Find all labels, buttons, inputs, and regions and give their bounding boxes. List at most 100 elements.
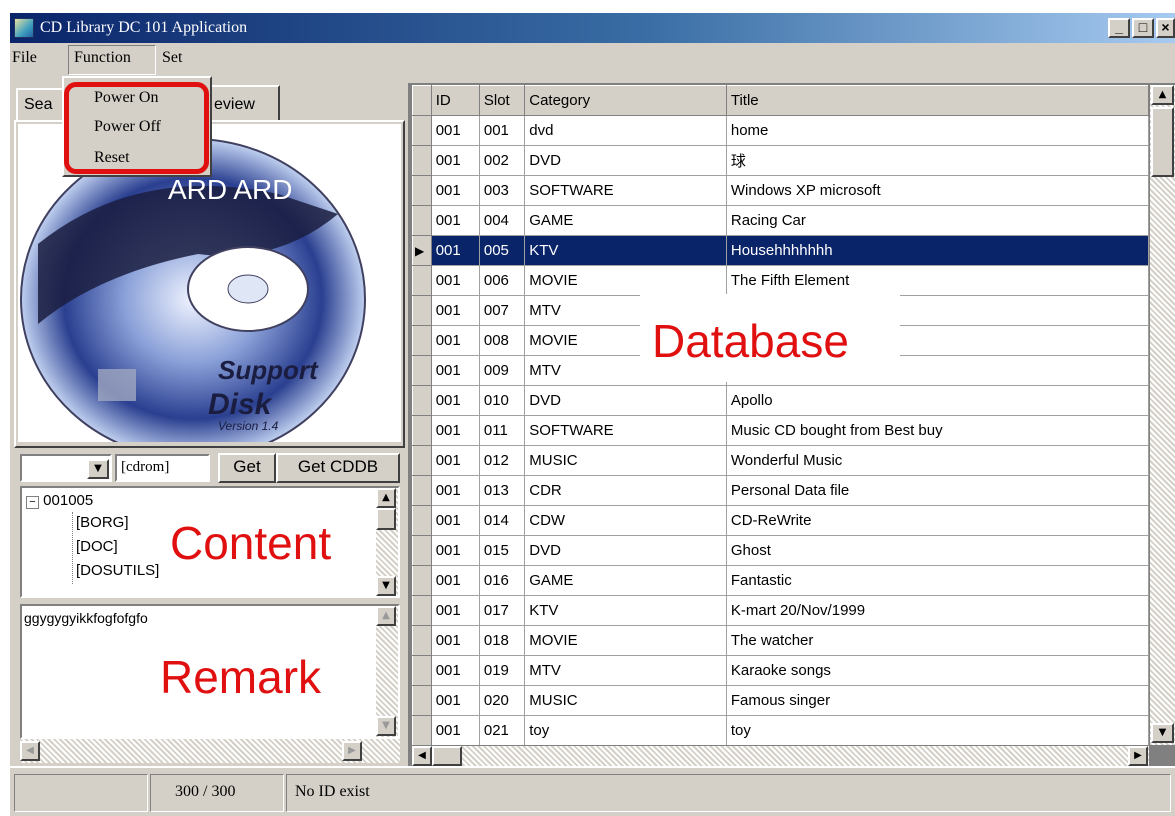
table-row[interactable]: 001 018 MOVIE The watcher (412, 625, 1149, 656)
row-indicator[interactable] (412, 325, 432, 356)
cell-category[interactable]: CDR (524, 475, 727, 506)
table-row[interactable]: 001 003 SOFTWARE Windows XP microsoft (412, 175, 1149, 206)
column-header-title[interactable]: Title (725, 85, 1149, 116)
tree-vscroll[interactable]: ▲ ▼ (376, 488, 398, 596)
scroll-up-arrow-icon[interactable]: ▲ (376, 606, 396, 626)
get-cddb-button[interactable]: Get CDDB (276, 453, 400, 483)
cell-slot[interactable]: 001 (479, 115, 526, 146)
table-row[interactable]: 001 004 GAME Racing Car (412, 205, 1149, 236)
row-indicator[interactable] (412, 355, 432, 386)
cell-id[interactable]: 001 (431, 655, 480, 686)
cell-category[interactable]: KTV (524, 235, 727, 266)
cell-slot[interactable]: 019 (479, 655, 526, 686)
cell-category[interactable]: MUSIC (524, 445, 727, 476)
table-row[interactable]: 001 011 SOFTWARE Music CD bought from Best … (412, 415, 1149, 446)
tree-node[interactable]: [BORG] (76, 514, 129, 531)
cell-id[interactable]: 001 (431, 355, 480, 386)
cell-id[interactable]: 001 (431, 325, 480, 356)
cell-id[interactable]: 001 (431, 625, 480, 656)
cell-id[interactable]: 001 (431, 505, 480, 536)
cell-title[interactable]: Racing Car (726, 205, 1149, 236)
cell-id[interactable]: 001 (431, 145, 480, 176)
scroll-left-arrow-icon[interactable]: ◀ (412, 746, 432, 766)
cell-title[interactable]: home (726, 115, 1149, 146)
grid-vscroll[interactable]: ▲ ▼ (1150, 85, 1175, 745)
cell-slot[interactable]: 017 (479, 595, 526, 626)
remark-vscroll[interactable]: ▲ ▼ (376, 606, 398, 737)
scroll-thumb[interactable] (432, 746, 462, 766)
row-indicator[interactable] (412, 265, 432, 296)
cell-id[interactable]: 001 (431, 295, 480, 326)
scroll-thumb[interactable] (376, 508, 396, 530)
cell-slot[interactable]: 002 (479, 145, 526, 176)
cell-category[interactable]: DVD (524, 535, 727, 566)
cell-category[interactable]: SOFTWARE (524, 415, 727, 446)
collapse-icon[interactable]: − (26, 496, 39, 509)
cell-category[interactable]: toy (524, 715, 727, 745)
scroll-down-arrow-icon[interactable]: ▼ (376, 716, 396, 736)
cell-category[interactable]: DVD (524, 385, 727, 416)
get-button[interactable]: Get (218, 453, 276, 483)
row-indicator[interactable] (412, 385, 432, 416)
remark-textarea[interactable]: ggygygyikkfogfofgfo Remark ▲ ▼ (20, 604, 400, 739)
column-header-id[interactable]: ID (430, 85, 480, 116)
row-indicator[interactable] (412, 145, 432, 176)
menu-item-power-off[interactable]: Power Off (94, 118, 161, 136)
combo-dropdown-arrow-icon[interactable]: ▼ (87, 459, 109, 479)
cell-category[interactable]: MTV (524, 655, 727, 686)
title-bar[interactable]: CD Library DC 101 Application _ □ × (10, 13, 1175, 43)
minimize-button[interactable]: _ (1108, 18, 1130, 38)
tree-node[interactable]: [DOC] (76, 538, 118, 555)
cell-slot[interactable]: 005 (479, 235, 526, 266)
table-row[interactable]: 001 002 DVD 球 (412, 145, 1149, 176)
cell-title[interactable]: Fantastic (726, 565, 1149, 596)
row-indicator[interactable] (412, 565, 432, 596)
table-row[interactable]: 001 013 CDR Personal Data file (412, 475, 1149, 506)
row-indicator[interactable] (412, 475, 432, 506)
cell-id[interactable]: 001 (431, 445, 480, 476)
row-indicator[interactable] (412, 715, 432, 745)
table-row[interactable]: 001 006 MOVIE The Fifth Element (412, 265, 1149, 296)
cell-title[interactable]: The watcher (726, 625, 1149, 656)
cell-id[interactable]: 001 (431, 175, 480, 206)
data-table[interactable]: ID Slot Category Title 001 001 dvd home 001 0… (412, 85, 1149, 745)
cell-category[interactable]: MUSIC (524, 685, 727, 716)
table-row[interactable]: 001 012 MUSIC Wonderful Music (412, 445, 1149, 476)
table-row[interactable]: 001 010 DVD Apollo (412, 385, 1149, 416)
cell-slot[interactable]: 014 (479, 505, 526, 536)
cell-title[interactable]: Wonderful Music (726, 445, 1149, 476)
cell-slot[interactable]: 010 (479, 385, 526, 416)
cell-category[interactable]: GAME (524, 565, 727, 596)
cell-category[interactable]: DVD (524, 145, 727, 176)
row-indicator[interactable] (412, 445, 432, 476)
cell-category[interactable]: GAME (524, 205, 727, 236)
tree-node[interactable]: [DOSUTILS] (76, 562, 159, 579)
cell-slot[interactable]: 018 (479, 625, 526, 656)
scroll-thumb[interactable] (1151, 107, 1174, 177)
cell-id[interactable]: 001 (431, 595, 480, 626)
table-row[interactable]: ▶ 001 005 KTV Househhhhhhh (412, 235, 1149, 266)
menu-set[interactable]: Set (162, 49, 182, 67)
cell-title[interactable]: Famous singer (726, 685, 1149, 716)
cell-id[interactable]: 001 (431, 205, 480, 236)
cell-id[interactable]: 001 (431, 385, 480, 416)
cell-id[interactable]: 001 (431, 565, 480, 596)
tree-root[interactable]: − 001005 (26, 492, 93, 509)
cell-id[interactable]: 001 (431, 235, 480, 266)
cell-id[interactable]: 001 (431, 685, 480, 716)
cell-slot[interactable]: 011 (479, 415, 526, 446)
cell-title[interactable]: toy (726, 715, 1149, 745)
cell-title[interactable]: K-mart 20/Nov/1999 (726, 595, 1149, 626)
row-indicator[interactable] (412, 535, 432, 566)
scroll-right-arrow-icon[interactable]: ▶ (342, 741, 362, 761)
menu-function[interactable]: Function (74, 49, 131, 67)
cell-title[interactable]: Karaoke songs (726, 655, 1149, 686)
grid-hscroll[interactable]: ◀ ▶ (412, 746, 1149, 766)
cell-title[interactable]: The Fifth Element (726, 265, 1149, 296)
cell-slot[interactable]: 004 (479, 205, 526, 236)
row-indicator[interactable] (412, 295, 432, 326)
column-header-slot[interactable]: Slot (478, 85, 526, 116)
row-indicator[interactable] (412, 685, 432, 716)
cell-slot[interactable]: 006 (479, 265, 526, 296)
cell-slot[interactable]: 003 (479, 175, 526, 206)
